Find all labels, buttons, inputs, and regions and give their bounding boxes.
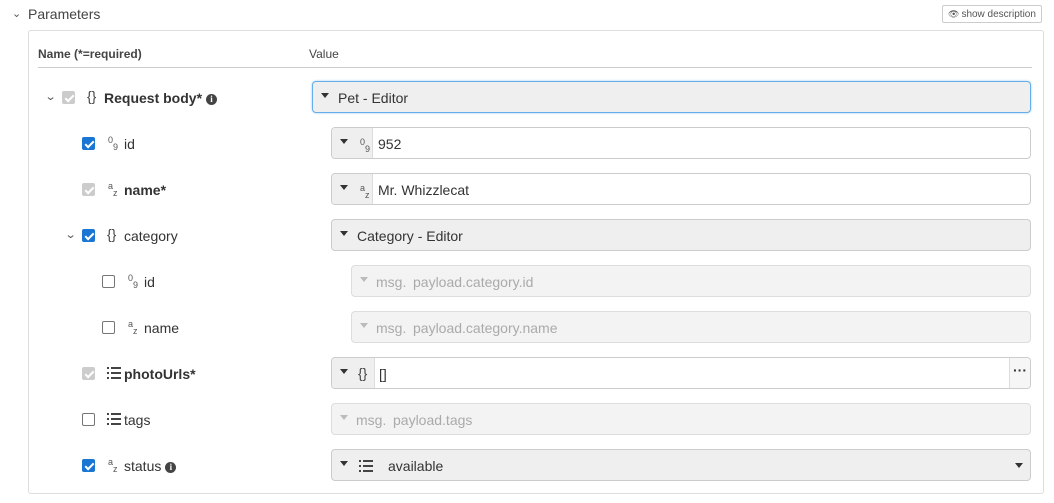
- info-icon[interactable]: i: [165, 462, 177, 473]
- number-type-icon: 09: [360, 137, 371, 154]
- param-row-status: az status i available: [0, 449, 1054, 483]
- dropdown-caret-icon: [340, 415, 348, 420]
- object-type-icon: {}: [87, 88, 97, 104]
- dropdown-caret-icon: [340, 185, 348, 190]
- list-type-icon: [107, 411, 121, 425]
- type-select[interactable]: az: [332, 174, 373, 204]
- request-body-checkbox: [62, 91, 75, 104]
- list-type-icon: [359, 460, 373, 472]
- value-column-header: Value: [309, 47, 339, 61]
- param-label: Request body* i: [104, 90, 218, 106]
- chevron-down-icon[interactable]: [1015, 463, 1023, 468]
- string-type-icon: az: [108, 457, 118, 474]
- msg-prefix: msg.: [376, 320, 407, 336]
- input-value: payload.category.id: [413, 274, 534, 290]
- select-value: Pet - Editor: [338, 90, 409, 106]
- type-select[interactable]: {}: [332, 358, 375, 388]
- expand-caret-icon[interactable]: ⌄: [65, 228, 77, 241]
- input-value: payload.category.name: [413, 320, 558, 336]
- tags-value-input: msg. payload.tags: [331, 403, 1031, 435]
- show-description-label: show description: [961, 9, 1036, 20]
- name-column-header: Name (*=required): [38, 47, 142, 61]
- param-row-name: az name* az Mr. Whizzlecat: [0, 173, 1054, 207]
- type-select[interactable]: 09: [332, 128, 373, 158]
- dropdown-caret-icon: [340, 369, 348, 374]
- param-label: photoUrls*: [124, 366, 196, 382]
- tags-checkbox[interactable]: [82, 413, 95, 426]
- expand-caret-icon[interactable]: ⌄: [45, 90, 57, 103]
- input-value: payload.tags: [393, 412, 473, 428]
- dropdown-caret-icon: [360, 323, 368, 328]
- param-label: name: [144, 320, 180, 336]
- dropdown-caret-icon: [321, 93, 329, 98]
- status-enum-select[interactable]: available: [331, 449, 1031, 481]
- input-value[interactable]: []: [379, 366, 387, 382]
- param-row-category-id: 09 id msg. payload.category.id: [0, 265, 1054, 299]
- status-checkbox[interactable]: [82, 459, 95, 472]
- category-name-value-input: msg. payload.category.name: [351, 311, 1031, 343]
- input-value[interactable]: 952: [378, 136, 401, 152]
- msg-prefix: msg.: [356, 412, 387, 428]
- eye-icon: 👁: [948, 9, 960, 19]
- chevron-down-icon[interactable]: ⌄: [12, 7, 21, 20]
- param-label: name*: [124, 182, 167, 198]
- parameters-section-header[interactable]: ⌄ Parameters 👁 show description: [0, 0, 1054, 30]
- param-row-photo-urls: photoUrls* {} [] ···: [0, 357, 1054, 391]
- id-value-input[interactable]: 09 952: [331, 127, 1031, 159]
- number-type-icon: 09: [108, 135, 119, 152]
- name-value-input[interactable]: az Mr. Whizzlecat: [331, 173, 1031, 205]
- select-value: available: [388, 458, 444, 474]
- header-divider: [38, 67, 1032, 68]
- param-label: status i: [124, 458, 177, 474]
- object-type-icon: {}: [107, 226, 117, 242]
- param-label: id: [124, 136, 135, 152]
- category-editor-select[interactable]: Category - Editor: [331, 219, 1031, 251]
- category-id-value-input: msg. payload.category.id: [351, 265, 1031, 297]
- string-type-icon: az: [128, 319, 138, 336]
- param-row-id: 09 id 09 952: [0, 127, 1054, 161]
- object-type-icon: {}: [358, 365, 368, 381]
- param-row-category-name: az name msg. payload.category.name: [0, 311, 1054, 345]
- section-title: Parameters: [28, 6, 101, 22]
- string-type-icon: az: [360, 183, 370, 200]
- request-body-editor-select[interactable]: Pet - Editor: [312, 81, 1031, 113]
- string-type-icon: az: [108, 181, 118, 198]
- list-type-icon: [107, 365, 121, 379]
- dropdown-caret-icon: [340, 231, 348, 236]
- dropdown-caret-icon: [340, 139, 348, 144]
- category-checkbox[interactable]: [82, 229, 95, 242]
- category-name-checkbox[interactable]: [102, 321, 115, 334]
- info-icon[interactable]: i: [206, 94, 218, 105]
- param-label: tags: [124, 412, 151, 428]
- dropdown-caret-icon: [360, 277, 368, 282]
- photo-urls-value-input[interactable]: {} [] ···: [331, 357, 1031, 389]
- dropdown-caret-icon: [340, 461, 348, 466]
- number-type-icon: 09: [128, 273, 139, 290]
- photo-urls-checkbox: [82, 367, 95, 380]
- show-description-button[interactable]: 👁 show description: [942, 5, 1042, 23]
- param-row-category: ⌄ {} category Category - Editor: [0, 219, 1054, 253]
- input-value[interactable]: Mr. Whizzlecat: [378, 182, 469, 198]
- param-row-tags: tags msg. payload.tags: [0, 403, 1054, 437]
- category-id-checkbox[interactable]: [102, 275, 115, 288]
- param-label: id: [144, 274, 155, 290]
- select-value: Category - Editor: [357, 228, 463, 244]
- name-checkbox: [82, 183, 95, 196]
- id-checkbox[interactable]: [82, 137, 95, 150]
- param-label: category: [124, 228, 178, 244]
- param-row-request-body: ⌄ {} Request body* i Pet - Editor: [0, 81, 1054, 115]
- msg-prefix: msg.: [376, 274, 407, 290]
- expand-editor-button[interactable]: ···: [1009, 358, 1030, 388]
